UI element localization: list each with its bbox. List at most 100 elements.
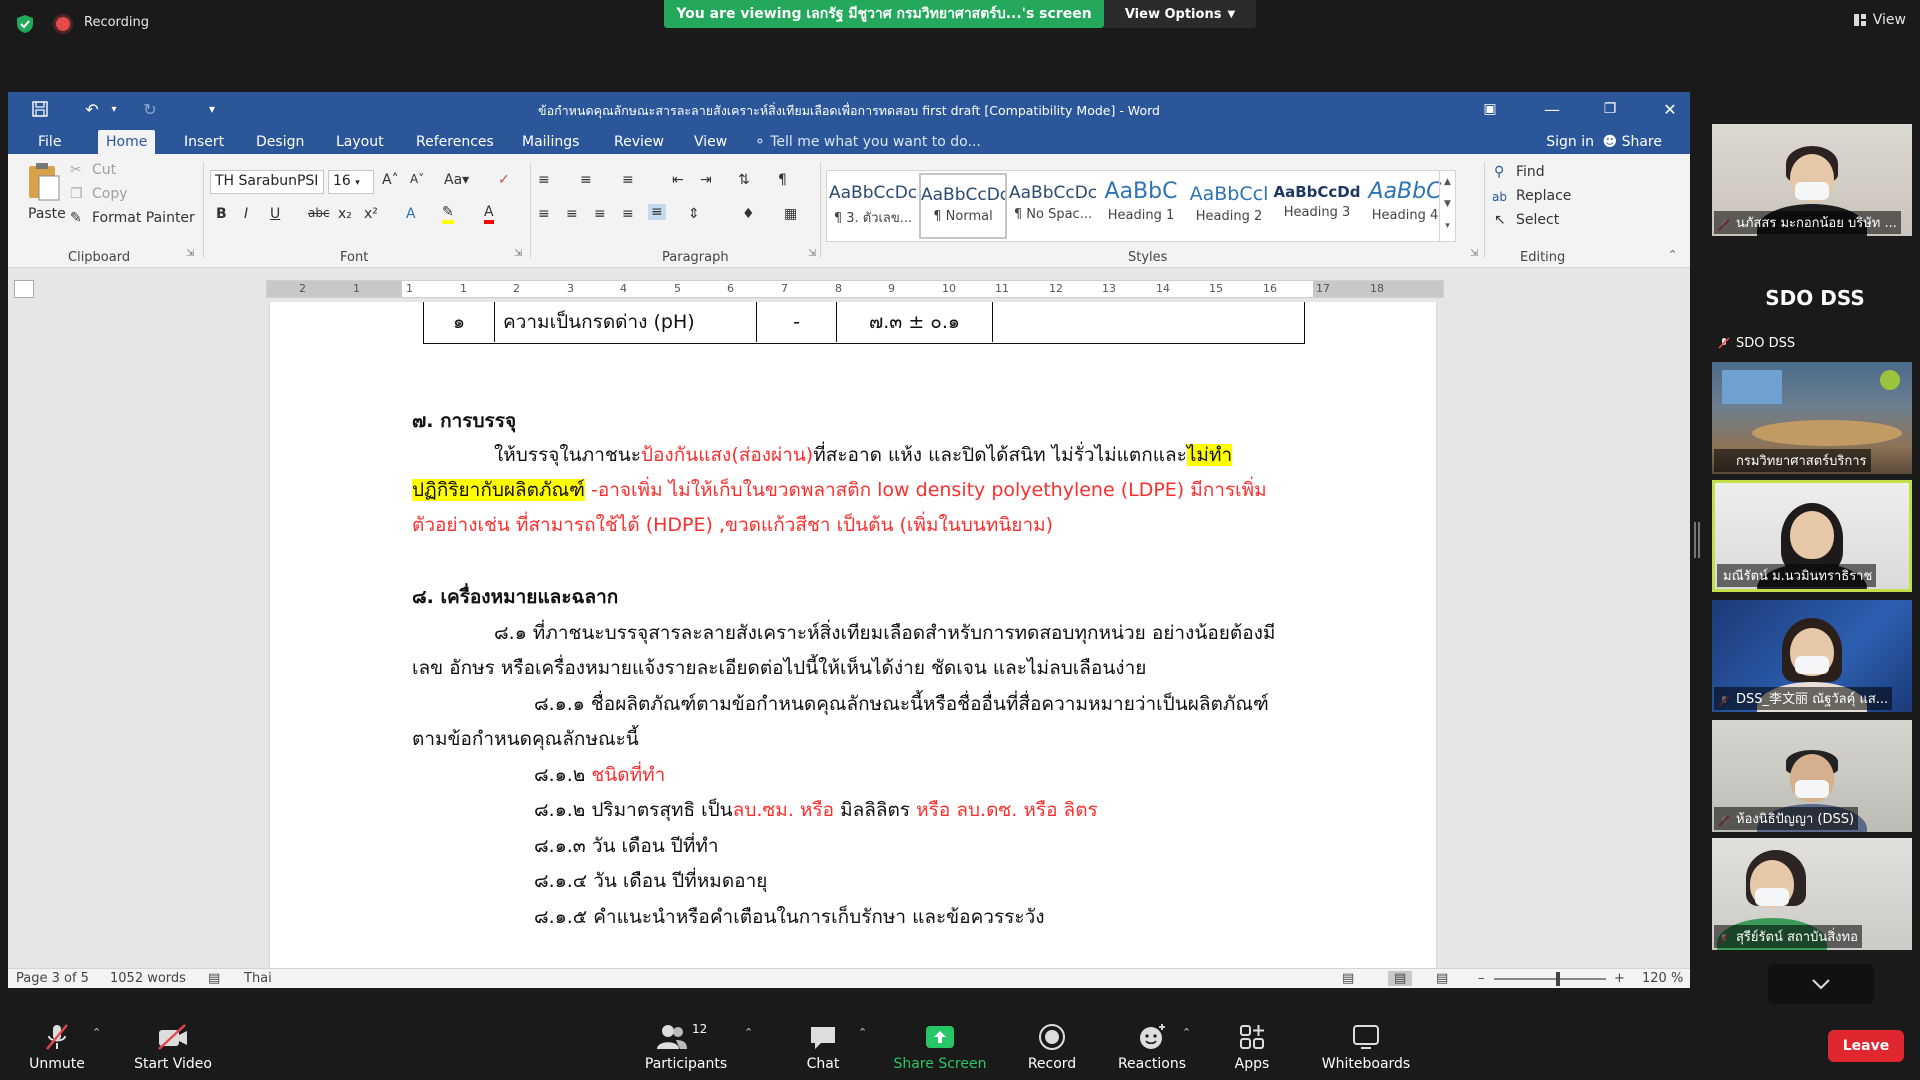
zoom-slider-thumb[interactable] (1556, 972, 1560, 986)
ribbon-display-options-icon[interactable]: ▣ (1478, 98, 1502, 120)
zoom-level[interactable]: 120 % (1642, 971, 1683, 986)
restore-icon[interactable]: ❐ (1598, 98, 1622, 120)
font-name-select[interactable]: TH SarabunPSI ▾ (210, 170, 324, 194)
increase-indent-icon[interactable]: ⇥ (700, 172, 712, 188)
security-shield-icon[interactable] (15, 14, 35, 34)
print-layout-icon[interactable]: ▤ (1388, 971, 1413, 986)
numbering-icon[interactable]: ≡ (580, 172, 592, 188)
bullets-icon[interactable]: ≡ (538, 172, 550, 188)
horizontal-ruler[interactable]: 2 1 1 1 2 3 4 5 6 7 8 9 10 11 12 13 14 15 16 17 18 (266, 280, 1444, 298)
tab-insert[interactable]: Insert (176, 130, 232, 154)
document-page[interactable]: ๑ ความเป็นกรดด่าง (pH) - ๗.๓ ± ๐.๑ ๗. กา… (270, 302, 1436, 968)
tab-selector[interactable] (14, 280, 34, 298)
tab-layout[interactable]: Layout (328, 130, 392, 154)
replace-button[interactable]: Replace (1516, 188, 1571, 204)
participant-tile-active-speaker[interactable]: มณีรัตน์ ม.นวมินทราธิราช (1712, 480, 1912, 592)
font-launcher-icon[interactable]: ⇲ (514, 248, 522, 259)
highlight-icon[interactable]: ✎ (442, 204, 454, 224)
borders-icon[interactable]: ▦ (784, 206, 797, 222)
proofing-icon[interactable]: ▤ (208, 971, 220, 986)
zoom-slider[interactable] (1494, 972, 1606, 986)
leave-button[interactable]: Leave (1828, 1030, 1904, 1062)
collapse-ribbon-icon[interactable]: ⌃ (1668, 248, 1677, 261)
cut-button[interactable]: Cut (92, 162, 116, 178)
participant-tile[interactable]: กรมวิทยาศาสตร์บริการ (1712, 362, 1912, 474)
share-screen-button[interactable]: Share Screen (888, 1022, 992, 1078)
participant-tile[interactable]: นภัสสร มะกอกน้อย บริษัท ... (1712, 124, 1912, 236)
grow-font-icon[interactable]: A˄ (382, 172, 399, 188)
tab-view[interactable]: View (686, 130, 735, 154)
style-item-heading-3[interactable]: AaBbCcDd Heading 3 (1273, 173, 1361, 239)
participant-tile[interactable]: DSS_李文丽 ณัฐวัลคุ์ แส... (1712, 600, 1912, 712)
strikethrough-icon[interactable]: abc (308, 206, 330, 220)
apps-button[interactable]: Apps (1216, 1022, 1288, 1078)
record-button[interactable]: Record (1012, 1022, 1092, 1078)
justify-icon[interactable]: ≡ (622, 206, 634, 222)
unmute-button[interactable]: Unmute (20, 1022, 94, 1078)
whiteboards-button[interactable]: Whiteboards (1316, 1022, 1416, 1078)
clipboard-launcher-icon[interactable]: ⇲ (186, 248, 194, 259)
participant-tile[interactable]: SDO DSS SDO DSS (1712, 242, 1912, 354)
start-video-button[interactable]: Start Video (130, 1022, 216, 1078)
shrink-font-icon[interactable]: A˅ (410, 172, 424, 186)
superscript-icon[interactable]: x² (364, 206, 378, 222)
chat-button[interactable]: Chat (790, 1022, 856, 1078)
read-mode-icon[interactable]: ▤ (1342, 971, 1354, 986)
styles-scroll[interactable]: ▲ ▼ ▾ (1439, 171, 1455, 241)
participant-tile[interactable]: ห้องนิธิปัญญา (DSS) (1712, 720, 1912, 832)
align-left-icon[interactable]: ≡ (538, 206, 550, 222)
tab-design[interactable]: Design (248, 130, 312, 154)
tell-me-search[interactable]: ⚬ Tell me what you want to do... (754, 130, 981, 154)
audio-options-caret[interactable]: ⌃ (92, 1026, 101, 1039)
document-canvas[interactable]: ๑ ความเป็นกรดด่าง (pH) - ๗.๓ ± ๐.๑ ๗. กา… (8, 302, 1690, 968)
style-item-heading-4[interactable]: AaBbC Heading 4 (1361, 173, 1449, 239)
minimize-icon[interactable]: — (1540, 98, 1564, 120)
share-button[interactable]: ☻ Share (1603, 130, 1662, 154)
style-item-heading-1[interactable]: AaBbC Heading 1 (1097, 173, 1185, 239)
language-indicator[interactable]: Thai (244, 971, 272, 986)
paste-button[interactable]: Paste (20, 162, 68, 238)
close-icon[interactable]: ✕ (1658, 98, 1682, 120)
styles-launcher-icon[interactable]: ⇲ (1470, 248, 1478, 259)
align-center-icon[interactable]: ≡ (566, 206, 578, 222)
font-color-icon[interactable]: A (484, 204, 494, 224)
style-item-normal[interactable]: AaBbCcDc ¶ Normal (919, 173, 1007, 239)
bold-icon[interactable]: B (216, 206, 227, 222)
tab-review[interactable]: Review (606, 130, 672, 154)
underline-icon[interactable]: U (270, 206, 280, 222)
select-button[interactable]: Select (1516, 212, 1559, 228)
reactions-options-caret[interactable]: ⌃ (1182, 1026, 1191, 1039)
tab-home[interactable]: Home (98, 130, 156, 154)
view-options-button[interactable]: View Options ▼ (1104, 0, 1256, 28)
participants-options-caret[interactable]: ⌃ (744, 1026, 753, 1039)
clear-formatting-icon[interactable]: ✓ (498, 172, 510, 188)
web-layout-icon[interactable]: ▤ (1436, 971, 1448, 986)
multilevel-list-icon[interactable]: ≡ (622, 172, 634, 188)
font-size-select[interactable]: 16 ▾ (328, 170, 374, 194)
reactions-button[interactable]: Reactions (1112, 1022, 1192, 1078)
tab-references[interactable]: References (408, 130, 502, 154)
participants-button[interactable]: 12 Participants (640, 1022, 732, 1078)
gallery-scroll-down-button[interactable] (1768, 964, 1874, 1004)
view-layout-button[interactable]: View (1853, 12, 1906, 28)
tab-file[interactable]: File (30, 130, 69, 154)
sign-in-link[interactable]: Sign in (1546, 130, 1594, 154)
paragraph-launcher-icon[interactable]: ⇲ (808, 248, 816, 259)
zoom-in-icon[interactable]: + (1614, 971, 1625, 986)
style-item-heading-2[interactable]: AaBbCcl Heading 2 (1185, 173, 1273, 239)
gallery-resize-handle[interactable] (1694, 522, 1700, 558)
tab-mailings[interactable]: Mailings (514, 130, 587, 154)
copy-button[interactable]: Copy (92, 186, 128, 202)
page-count[interactable]: Page 3 of 5 (16, 971, 89, 986)
style-item[interactable]: AaBbCcDc ¶ No Spac... (1009, 173, 1097, 239)
subscript-icon[interactable]: x₂ (338, 206, 352, 222)
chat-options-caret[interactable]: ⌃ (858, 1026, 867, 1039)
line-spacing-icon[interactable]: ⇕ (688, 206, 700, 222)
shading-icon[interactable]: ♦ (742, 206, 755, 222)
sort-icon[interactable]: ⇅ (738, 172, 750, 188)
text-effects-icon[interactable]: A (406, 206, 416, 222)
find-button[interactable]: Find (1516, 164, 1545, 180)
align-right-icon[interactable]: ≡ (594, 206, 606, 222)
participant-tile[interactable]: สุรีย์รัตน์ สถาบันสิ่งทอ (1712, 838, 1912, 950)
word-count[interactable]: 1052 words (110, 971, 186, 986)
